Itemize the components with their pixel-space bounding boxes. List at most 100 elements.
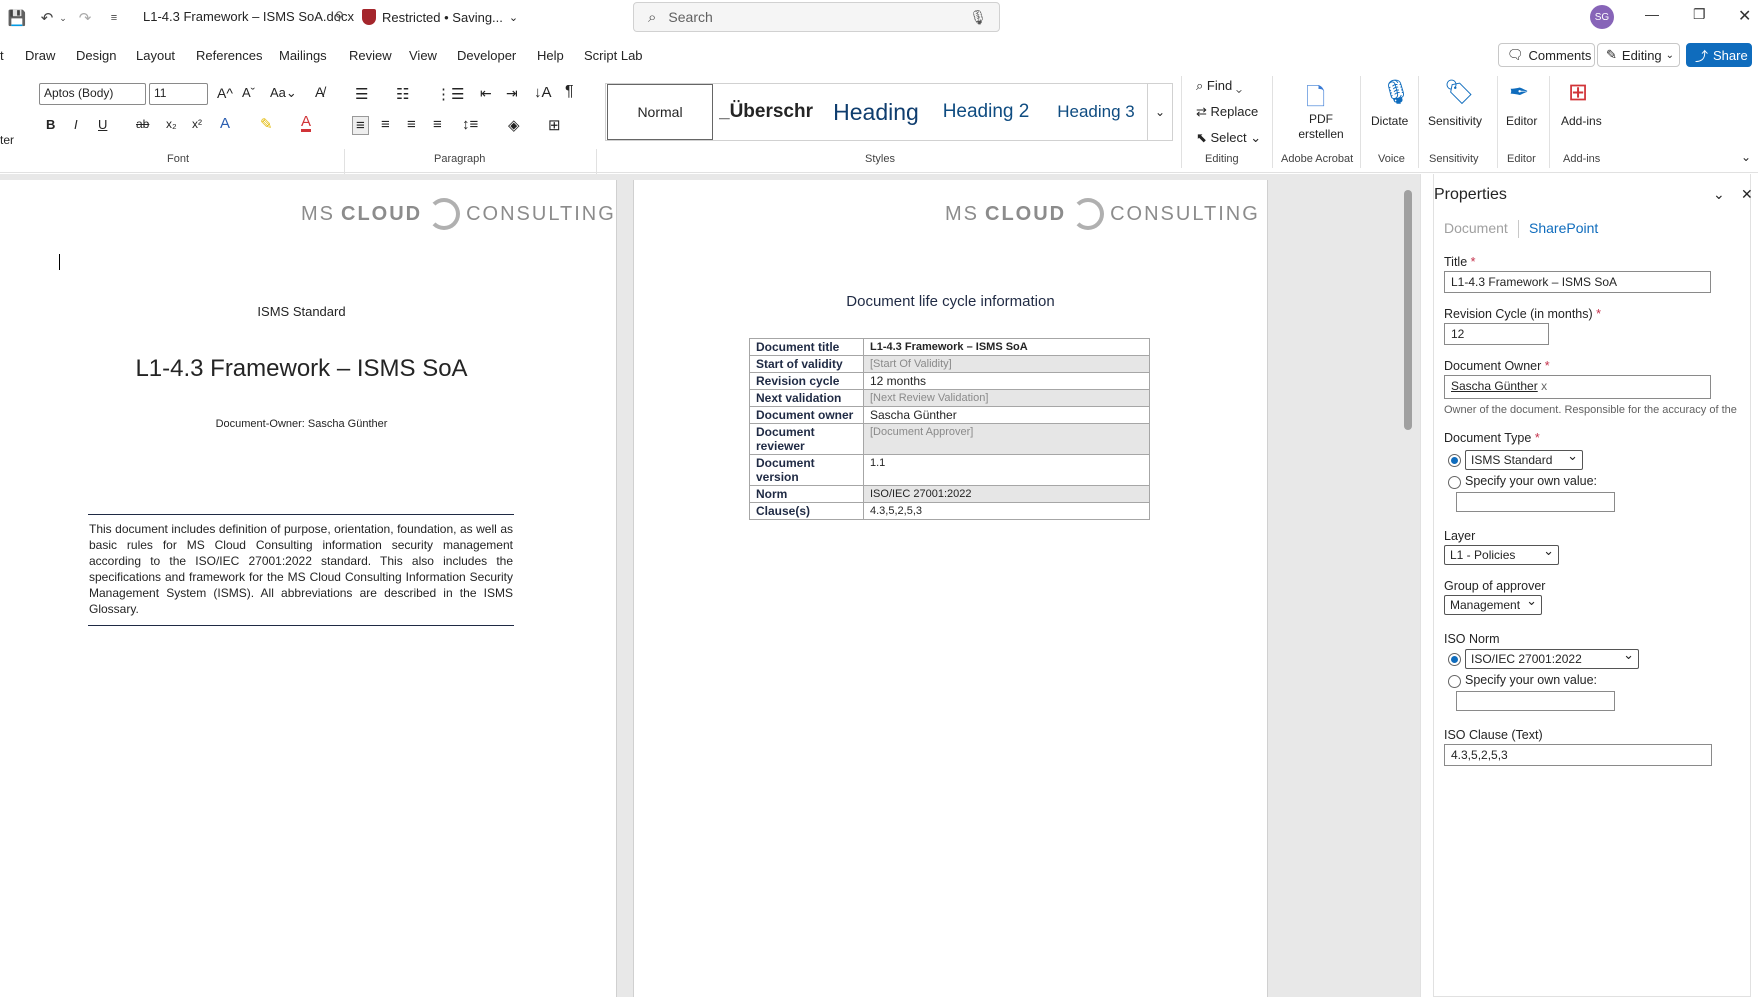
font-color-icon[interactable]: A	[301, 114, 312, 132]
borders-icon[interactable]: ⊞	[548, 116, 561, 134]
doctype-select[interactable]: ISMS Standard	[1465, 448, 1583, 470]
undo-dropdown-icon[interactable]: ⌄	[52, 7, 74, 29]
revision-cycle-field[interactable]: 12	[1444, 323, 1549, 345]
increase-indent-icon[interactable]: ⇥	[506, 85, 518, 102]
sort-icon[interactable]: ↓A	[534, 84, 552, 101]
layer-select[interactable]: L1 - Policies	[1444, 543, 1559, 565]
change-case-icon[interactable]: Aa⌄	[270, 85, 297, 101]
tab-view[interactable]: View	[409, 48, 437, 63]
underline-icon[interactable]: U	[98, 117, 107, 132]
bold-icon[interactable]: B	[46, 117, 55, 132]
tab-help[interactable]: Help	[537, 48, 564, 63]
align-left-icon[interactable]: ≡	[352, 116, 369, 135]
comments-button[interactable]: 🗨 Comments	[1498, 43, 1595, 67]
save-icon[interactable]: 💾	[6, 7, 28, 29]
style-heading-2[interactable]: Heading 2	[936, 84, 1036, 140]
editor-icon[interactable]: ✒	[1509, 78, 1529, 107]
owner-value[interactable]: Sascha Günther	[1451, 379, 1538, 393]
addins-icon[interactable]: ⊞	[1568, 78, 1588, 107]
find-button[interactable]: ⌕ Find ⌄	[1196, 78, 1242, 94]
align-center-icon[interactable]: ≡	[381, 116, 390, 133]
tab-design[interactable]: Design	[76, 48, 116, 63]
search-box[interactable]: ⌕ Search 🎙	[633, 2, 1000, 32]
font-name-select[interactable]: Aptos (Body)	[39, 83, 146, 105]
row-value[interactable]: [Next Review Validation]	[863, 389, 1150, 407]
numbering-icon[interactable]: ☷	[396, 85, 409, 103]
pdf-create-button[interactable]: PDF erstellen	[1296, 112, 1346, 142]
doctype-custom-field[interactable]	[1456, 492, 1615, 512]
addins-button[interactable]: Add-ins	[1561, 114, 1602, 128]
iso-radio-choice[interactable]	[1448, 653, 1461, 666]
replace-button[interactable]: ⇄ Replace	[1196, 104, 1258, 120]
tab-references[interactable]: References	[196, 48, 262, 63]
shrink-font-icon[interactable]: Aˇ	[242, 85, 255, 100]
multilevel-list-icon[interactable]: ⋮☰	[436, 85, 464, 103]
justify-icon[interactable]: ≡	[433, 116, 442, 133]
align-right-icon[interactable]: ≡	[407, 116, 416, 133]
document-owner-field[interactable]: Sascha Günther x	[1444, 375, 1711, 399]
tab-sharepoint[interactable]: SharePoint	[1529, 220, 1598, 236]
doctype-radio-custom[interactable]	[1448, 476, 1461, 489]
avatar[interactable]: SG	[1590, 5, 1614, 29]
row-value[interactable]: [Document Approver]	[863, 423, 1150, 455]
collapse-ribbon-icon[interactable]: ⌄	[1741, 150, 1751, 164]
document-page-2[interactable]: MS CLOUD CONSULTING Document life cycle …	[633, 180, 1268, 997]
row-value[interactable]: [Start Of Validity]	[863, 355, 1150, 373]
line-spacing-icon[interactable]: ↕≡	[462, 116, 478, 133]
strikethrough-icon[interactable]: ab	[136, 117, 149, 131]
grow-font-icon[interactable]: A^	[217, 85, 233, 101]
iso-radio-custom[interactable]	[1448, 675, 1461, 688]
show-marks-icon[interactable]: ¶	[565, 83, 574, 101]
style-heading[interactable]: Heading	[826, 84, 926, 140]
doctype-radio-choice[interactable]	[1448, 454, 1461, 467]
shading-icon[interactable]: ◈	[508, 116, 520, 134]
dictate-button[interactable]: Dictate	[1371, 114, 1408, 128]
pane-options-icon[interactable]: ⌄	[1713, 186, 1725, 203]
approver-select[interactable]: Management	[1444, 593, 1542, 615]
style-heading-3[interactable]: Heading 3	[1046, 84, 1146, 140]
style-ueberschrift[interactable]: _Überschr	[719, 84, 822, 140]
coauthor-icon[interactable]: ⚲	[335, 9, 344, 23]
restore-icon[interactable]: ❐	[1693, 6, 1706, 23]
style-normal[interactable]: Normal	[607, 84, 713, 140]
tab-script-lab[interactable]: Script Lab	[584, 48, 643, 63]
tab-review[interactable]: Review	[349, 48, 392, 63]
close-pane-icon[interactable]: ✕	[1741, 186, 1753, 203]
document-title[interactable]: L1-4.3 Framework – ISMS SoA.docx	[143, 9, 354, 24]
sensitivity-status[interactable]: Restricted • Saving... ⌄	[362, 9, 518, 25]
row-value[interactable]: 1.1	[863, 454, 1150, 486]
highlight-icon[interactable]: ✎	[260, 115, 273, 133]
row-value[interactable]: 12 months	[863, 372, 1150, 390]
tab-layout[interactable]: Layout	[136, 48, 175, 63]
editor-button[interactable]: Editor	[1506, 114, 1537, 128]
clear-formatting-icon[interactable]: A̸	[315, 84, 324, 100]
tab-mailings[interactable]: Mailings	[279, 48, 327, 63]
superscript-icon[interactable]: x²	[192, 117, 202, 131]
row-value[interactable]: ISO/IEC 27001:2022	[863, 485, 1150, 503]
bullets-icon[interactable]: ☰	[355, 85, 368, 103]
subscript-icon[interactable]: x₂	[166, 117, 177, 131]
microphone-icon[interactable]: 🎙	[1381, 78, 1411, 107]
text-effects-icon[interactable]: A	[220, 115, 230, 132]
iso-clause-field[interactable]: 4.3,5,2,5,3	[1444, 744, 1712, 766]
tab-draw[interactable]: Draw	[25, 48, 55, 63]
title-field[interactable]: L1-4.3 Framework – ISMS SoA	[1444, 271, 1711, 293]
row-value[interactable]: L1-4.3 Framework – ISMS SoA	[863, 338, 1150, 356]
close-icon[interactable]: ✕	[1738, 6, 1751, 26]
styles-more-icon[interactable]: ⌄	[1147, 84, 1172, 140]
redo-icon[interactable]: ↷	[74, 7, 96, 29]
remove-owner-icon[interactable]: x	[1541, 379, 1547, 393]
share-button[interactable]: ⤴ Share	[1686, 43, 1752, 67]
tab-developer[interactable]: Developer	[457, 48, 516, 63]
document-page-1[interactable]: MS CLOUD CONSULTING ISMS Standard L1-4.3…	[0, 180, 617, 997]
minimize-icon[interactable]: —	[1645, 6, 1659, 22]
tab-document[interactable]: Document	[1444, 220, 1508, 236]
font-size-select[interactable]: 11	[149, 83, 208, 105]
customize-qat-icon[interactable]: ≡	[103, 7, 125, 29]
tab-insert[interactable]: t	[0, 48, 4, 63]
iso-custom-field[interactable]	[1456, 691, 1615, 711]
decrease-indent-icon[interactable]: ⇤	[480, 85, 492, 102]
row-value[interactable]: Sascha Günther	[863, 406, 1150, 424]
iso-norm-select[interactable]: ISO/IEC 27001:2022	[1465, 647, 1639, 669]
italic-icon[interactable]: I	[74, 117, 78, 132]
